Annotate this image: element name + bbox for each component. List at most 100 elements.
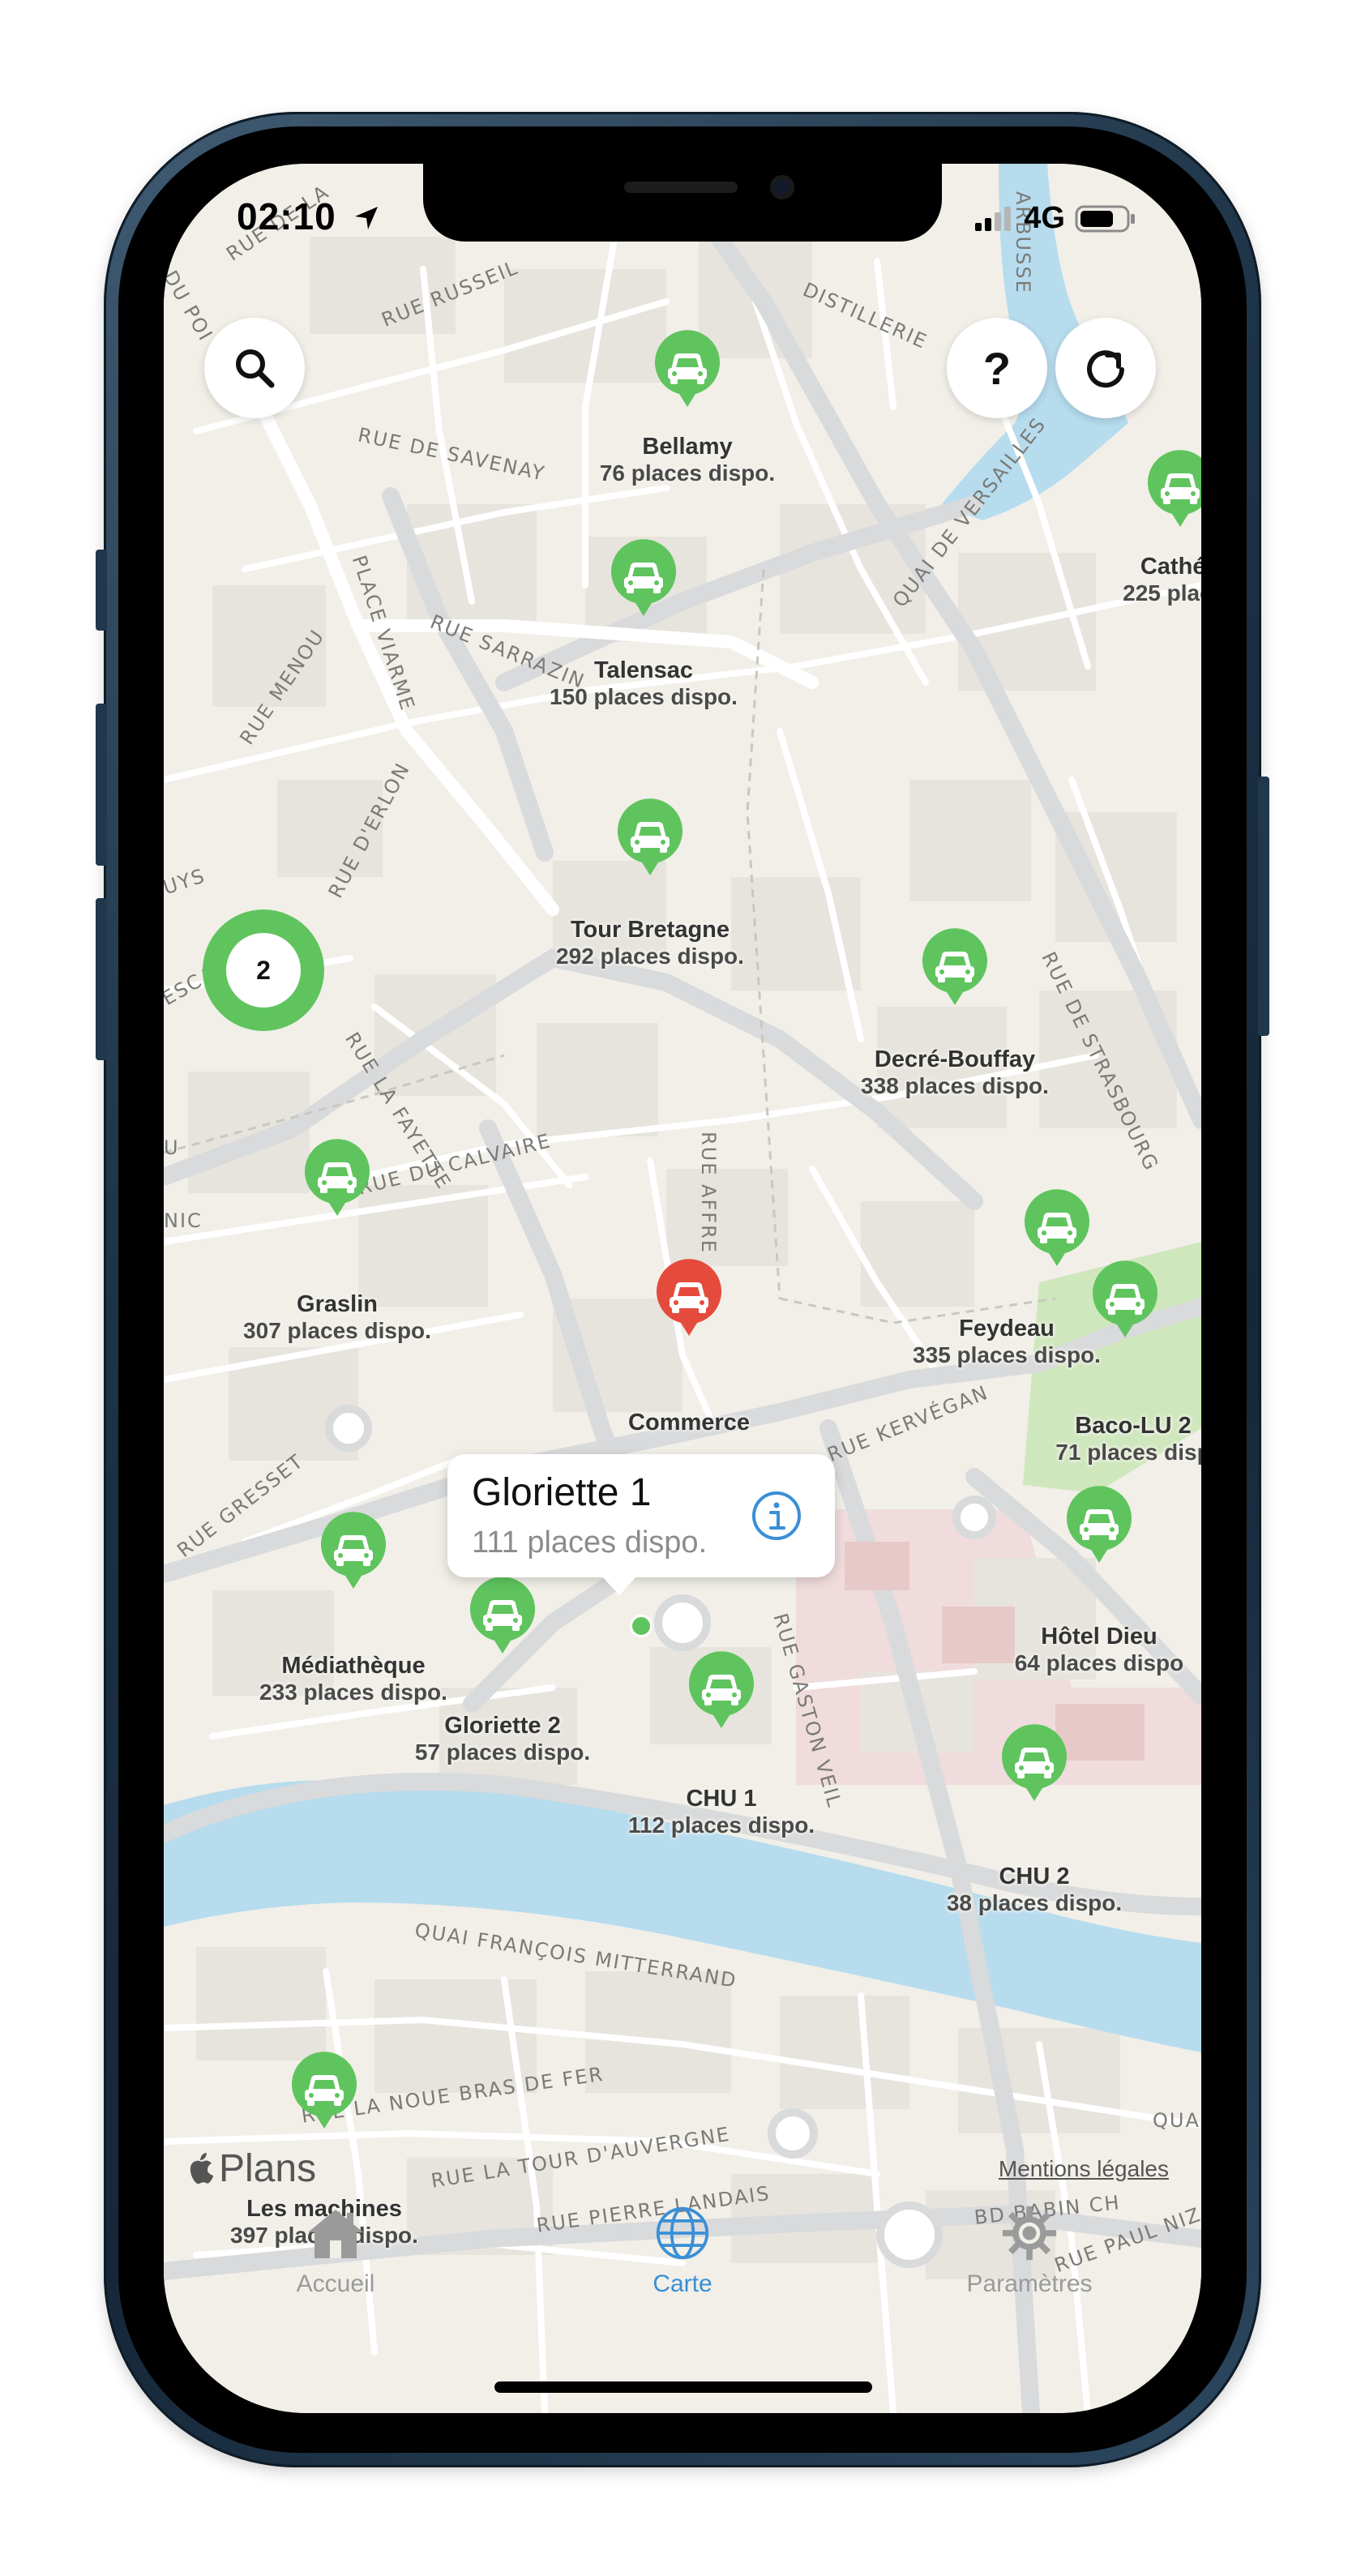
car-icon <box>611 539 676 616</box>
help-button[interactable]: ? <box>947 318 1047 418</box>
parking-availability: 38 places dispo. <box>946 1890 1123 1915</box>
parking-label: Decré-Bouffay 338 places dispo. <box>809 1046 1101 1099</box>
parking-availability: 150 places dispo. <box>550 684 738 709</box>
location-arrow-icon <box>355 207 379 229</box>
parking-pin[interactable] <box>921 927 989 1007</box>
home-icon <box>308 2210 363 2258</box>
parking-pin[interactable] <box>1146 449 1201 528</box>
parking-pin[interactable] <box>469 1576 537 1655</box>
car-icon <box>292 2052 357 2129</box>
car-icon <box>470 1577 535 1654</box>
parking-pin[interactable] <box>610 538 678 618</box>
info-icon[interactable] <box>751 1490 802 1542</box>
parking-pin[interactable] <box>1091 1260 1159 1339</box>
tab-home[interactable]: Accueil <box>246 2205 425 2298</box>
legal-notice-link[interactable]: Mentions légales <box>999 2156 1169 2182</box>
parking-label: Commerce <box>543 1409 835 1436</box>
parking-name: CHU 1 <box>686 1786 757 1812</box>
car-icon <box>321 1512 386 1589</box>
parking-pin[interactable] <box>319 1511 387 1590</box>
mute-switch <box>96 550 107 631</box>
street-label: U <box>164 1136 180 1159</box>
search-icon <box>236 349 275 388</box>
street-label: QUA <box>1153 2109 1200 2132</box>
parking-pin[interactable] <box>303 1138 371 1217</box>
car-icon <box>1093 1260 1157 1337</box>
parking-availability: 335 places dispo. <box>913 1342 1101 1367</box>
refresh-icon <box>1087 350 1124 388</box>
parking-name: Médiathèque <box>281 1653 426 1679</box>
notch <box>423 164 942 242</box>
front-camera <box>770 175 794 199</box>
time-text: 02:10 <box>237 195 336 237</box>
tab-home-label: Accueil <box>296 2270 375 2297</box>
parking-label: Bellamy 76 places dispo. <box>541 433 833 486</box>
parking-pin[interactable] <box>1000 1723 1068 1803</box>
cluster-count: 2 <box>226 933 301 1008</box>
parking-label: Tour Bretagne 292 places dispo. <box>504 916 796 969</box>
parking-pin[interactable] <box>616 798 684 877</box>
parking-callout[interactable]: Gloriette 1 111 places dispo. <box>447 1454 835 1577</box>
parking-pin[interactable] <box>1065 1485 1133 1564</box>
speaker <box>624 182 738 193</box>
car-icon <box>305 1139 370 1216</box>
car-icon <box>655 330 720 407</box>
apple-logo-icon <box>190 2152 213 2184</box>
network-type: 4G <box>1024 201 1065 235</box>
parking-label: Hôtel Dieu 64 places dispo <box>953 1623 1201 1676</box>
parking-name: Bellamy <box>642 434 733 460</box>
help-label: ? <box>982 342 1012 394</box>
parking-name: Decré-Bouffay <box>874 1046 1036 1072</box>
tab-map[interactable]: Carte <box>593 2205 772 2298</box>
parking-name: Commerce <box>628 1410 750 1436</box>
car-icon <box>1025 1189 1089 1266</box>
battery-icon <box>1075 205 1135 232</box>
selected-location-dot <box>630 1615 653 1637</box>
parking-pin[interactable] <box>1023 1188 1091 1268</box>
maps-brand-text: Plans <box>219 2147 317 2190</box>
parking-name: Hôtel Dieu <box>1041 1624 1157 1650</box>
screen: RUE RUSSEIL DISTILLERIE RUE DE SAVENAY P… <box>164 164 1201 2413</box>
tab-bar: Accueil Carte Paramètres <box>164 2197 1201 2334</box>
status-indicators: 4G <box>975 201 1136 236</box>
car-icon <box>618 798 682 875</box>
parking-availability: 76 places dispo. <box>599 460 776 486</box>
street-label: RUE AFFRE <box>697 1132 720 1254</box>
parking-label: Gloriette 2 57 places dispo. <box>357 1712 648 1765</box>
car-icon <box>1148 450 1201 527</box>
parking-label: CHU 1 112 places dispo. <box>576 1785 867 1838</box>
refresh-button[interactable] <box>1055 318 1156 418</box>
signal-icon <box>975 206 1012 231</box>
parking-pin[interactable] <box>687 1650 755 1730</box>
parking-pin[interactable] <box>290 2051 358 2130</box>
tab-settings[interactable]: Paramètres <box>940 2205 1119 2298</box>
parking-pin[interactable] <box>655 1258 723 1337</box>
parking-availability: 292 places dispo. <box>556 944 744 969</box>
status-time: 02:10 <box>237 195 381 238</box>
parking-label: Graslin 307 places dispo. <box>191 1290 483 1344</box>
callout-title: Gloriette 1 <box>472 1471 652 1514</box>
parking-name: CHU 2 <box>999 1864 1070 1889</box>
car-icon <box>1002 1724 1067 1801</box>
parking-label: Cathéd225 places <box>1034 553 1201 606</box>
car-icon <box>1067 1486 1132 1563</box>
search-button[interactable] <box>204 318 305 418</box>
volume-up-button <box>96 704 107 866</box>
parking-name: Talensac <box>594 657 693 683</box>
tab-map-label: Carte <box>653 2270 712 2297</box>
gear-icon <box>1002 2206 1057 2261</box>
power-button <box>1258 777 1269 1036</box>
car-icon <box>657 1259 721 1336</box>
parking-cluster[interactable]: 2 <box>203 909 324 1031</box>
parking-name: Baco-LU 2 <box>1075 1413 1192 1439</box>
parking-name: Gloriette 2 <box>444 1713 561 1739</box>
parking-availability: 57 places dispo. <box>414 1739 591 1765</box>
parking-pin[interactable] <box>653 329 721 409</box>
parking-availability: 112 places dispo. <box>627 1812 815 1838</box>
callout-pointer <box>600 1574 639 1595</box>
parking-label: Talensac 150 places dispo. <box>498 657 789 710</box>
parking-availability: 64 places dispo <box>1014 1650 1184 1675</box>
street-label: NIC <box>164 1209 203 1232</box>
volume-down-button <box>96 898 107 1060</box>
street-label: IC <box>164 2352 186 2375</box>
